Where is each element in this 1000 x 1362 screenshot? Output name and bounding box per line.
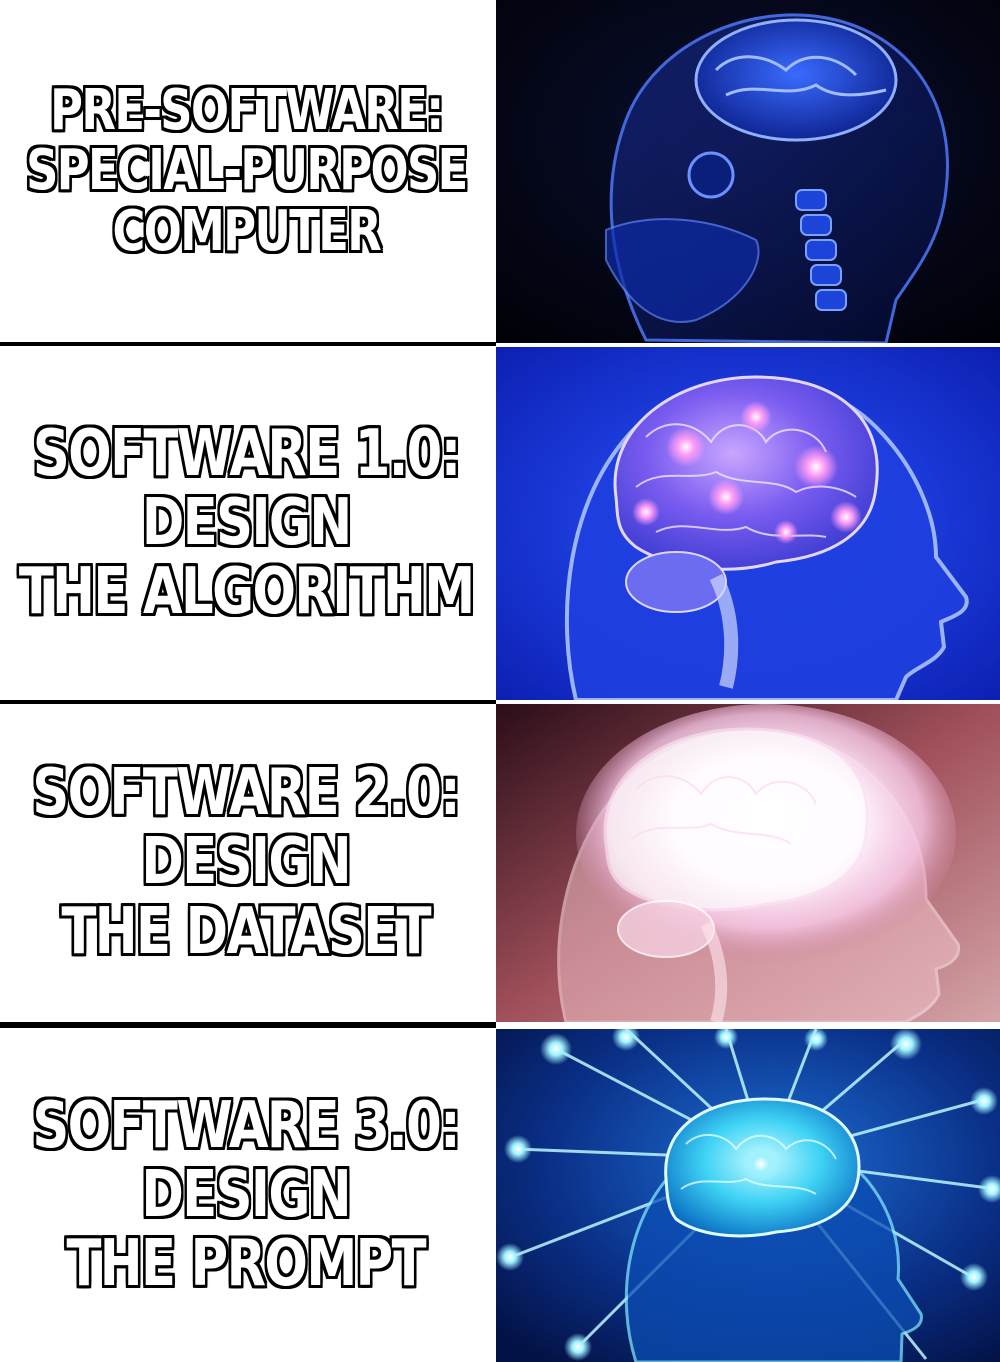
caption-line: DESIGN <box>141 1157 352 1232</box>
caption-pre-software: PRE-SOFTWARE: SPECIAL-PURPOSE COMPUTER <box>0 0 492 343</box>
caption-line: SPECIAL-PURPOSE <box>25 138 468 204</box>
brain-image-small <box>496 0 1000 343</box>
caption-software-3: SOFTWARE 3.0: DESIGN THE PROMPT <box>0 1029 492 1362</box>
brain-image-cosmic <box>496 1029 1000 1362</box>
caption-line: THE ALGORITHM <box>18 555 475 630</box>
brain-image-radiant <box>496 704 1000 1022</box>
caption-software-2: SOFTWARE 2.0: DESIGN THE DATASET <box>0 704 492 1022</box>
panel-divider <box>0 1022 496 1028</box>
caption-line: DESIGN <box>141 825 352 900</box>
caption-line: COMPUTER <box>112 198 381 264</box>
caption-line: SOFTWARE 2.0: <box>32 756 461 831</box>
caption-line: SOFTWARE 1.0: <box>32 416 461 491</box>
panel-divider <box>0 342 496 346</box>
caption-line: PRE-SOFTWARE: <box>49 77 444 143</box>
caption-line: THE DATASET <box>61 894 432 969</box>
expanding-brain-meme: PRE-SOFTWARE: SPECIAL-PURPOSE COMPUTER S… <box>0 0 1000 1362</box>
caption-line: THE PROMPT <box>66 1227 427 1302</box>
caption-line: DESIGN <box>141 485 352 560</box>
brain-image-glowing <box>496 347 1000 700</box>
caption-software-1: SOFTWARE 1.0: DESIGN THE ALGORITHM <box>0 347 492 700</box>
caption-line: SOFTWARE 3.0: <box>32 1088 461 1163</box>
